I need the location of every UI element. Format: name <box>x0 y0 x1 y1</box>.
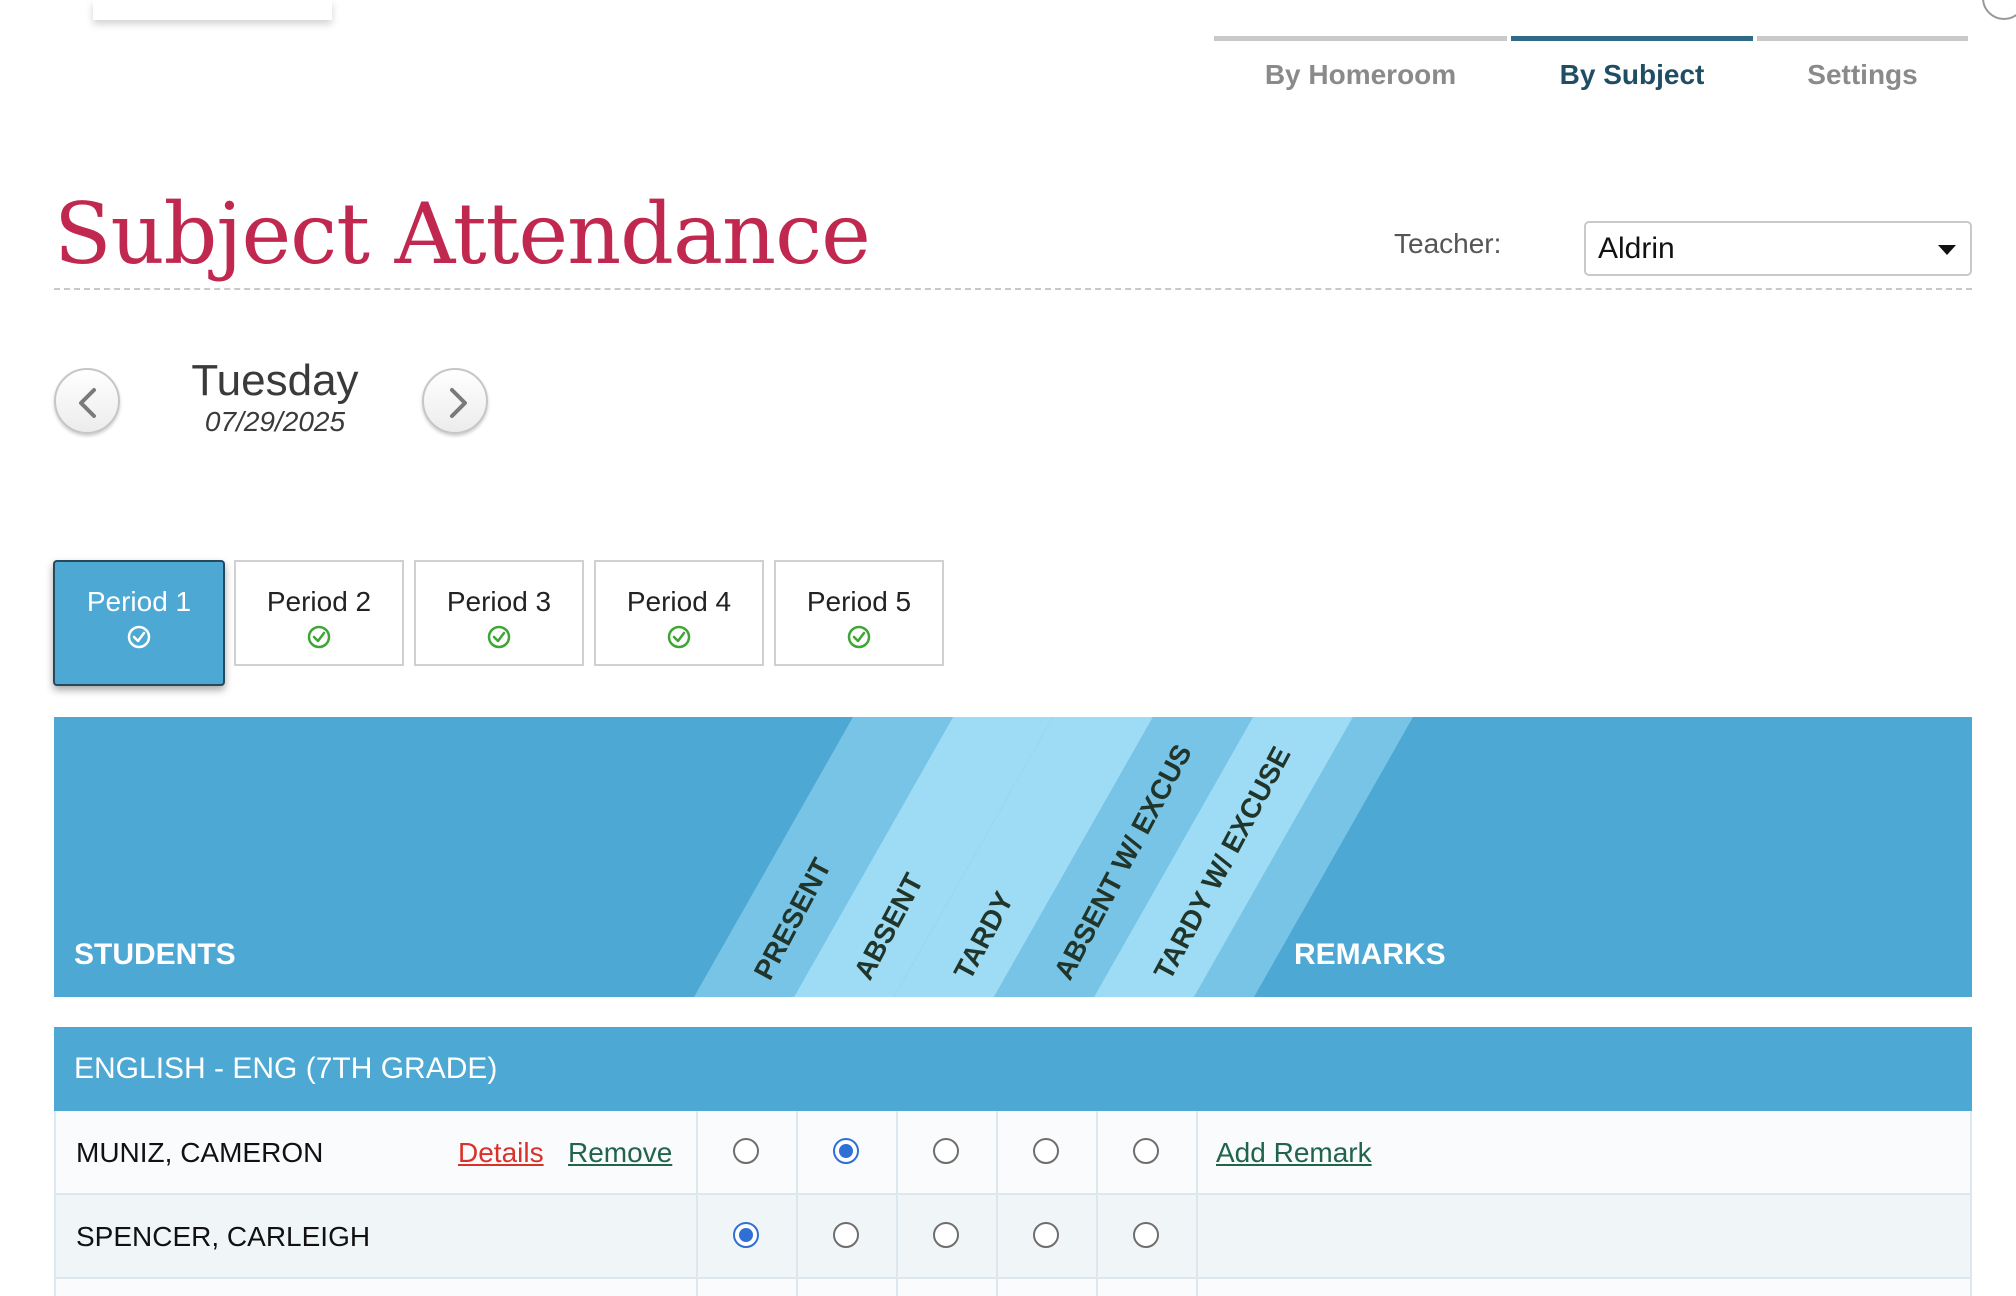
table-header: STUDENTS REMARKS PRESENT ABSENT TARDY AB… <box>54 717 1972 997</box>
period-label: Period 2 <box>266 586 372 617</box>
column-divider <box>896 1195 898 1277</box>
table-row: SPENCER, CARLEIGH <box>54 1195 1972 1279</box>
tab-by-subject[interactable]: By Subject <box>1511 36 1753 108</box>
period-tab-3[interactable]: Period 3 <box>414 560 584 666</box>
next-day-button[interactable] <box>422 368 488 434</box>
previous-day-button[interactable] <box>54 368 120 434</box>
date-day: Tuesday <box>191 356 359 405</box>
page-title: Subject Attendance <box>54 185 871 283</box>
student-name: MUNIZ, CAMERON <box>76 1137 324 1168</box>
period-label: Period 4 <box>626 586 732 617</box>
absent-excused-radio[interactable] <box>1033 1222 1059 1248</box>
group-row: ENGLISH - ENG (7TH GRADE) <box>54 1027 1972 1111</box>
corner-control[interactable] <box>1982 0 2016 20</box>
absent-excused-radio[interactable] <box>1033 1138 1059 1164</box>
date-date: 07/29/2025 <box>204 406 346 437</box>
caret-down-icon <box>1938 245 1956 255</box>
table-row <box>54 1279 1972 1296</box>
column-divider <box>696 1111 698 1193</box>
tardy-excused-radio[interactable] <box>1133 1222 1159 1248</box>
column-divider <box>796 1111 798 1193</box>
column-divider <box>796 1195 798 1277</box>
period-label: Period 5 <box>806 586 912 617</box>
teacher-select-value: Aldrin <box>1598 231 1675 265</box>
column-divider <box>1196 1195 1198 1277</box>
chevron-left-icon <box>79 388 96 418</box>
column-divider <box>896 1111 898 1193</box>
column-stripes <box>694 717 1413 997</box>
teacher-select[interactable]: Aldrin <box>1584 221 1972 276</box>
check-circle-icon <box>667 625 691 649</box>
check-circle-icon <box>847 625 871 649</box>
period-tab-1[interactable]: Period 1 <box>53 560 225 686</box>
tab-by-homeroom[interactable]: By Homeroom <box>1214 36 1507 108</box>
remove-link[interactable]: Remove <box>568 1137 672 1169</box>
tardy-excused-radio[interactable] <box>1133 1138 1159 1164</box>
students-header: STUDENTS <box>74 938 236 971</box>
present-radio[interactable] <box>733 1222 759 1248</box>
column-divider <box>1196 1279 1198 1296</box>
column-divider <box>996 1195 998 1277</box>
add-remark-link[interactable]: Add Remark <box>1216 1137 1372 1169</box>
column-divider <box>1196 1111 1198 1193</box>
present-radio[interactable] <box>733 1138 759 1164</box>
period-tab-5[interactable]: Period 5 <box>774 560 944 666</box>
title-divider <box>54 288 1972 290</box>
check-circle-icon <box>307 625 331 649</box>
period-tab-2[interactable]: Period 2 <box>234 560 404 666</box>
chevron-right-icon <box>450 388 467 418</box>
period-tab-4[interactable]: Period 4 <box>594 560 764 666</box>
tardy-radio[interactable] <box>933 1222 959 1248</box>
check-circle-icon <box>487 625 511 649</box>
remarks-header: REMARKS <box>1294 938 1446 971</box>
details-link[interactable]: Details <box>458 1137 544 1169</box>
period-label: Period 3 <box>446 586 552 617</box>
column-divider <box>696 1279 698 1296</box>
table-row: MUNIZ, CAMERON Details Remove Add Remark <box>54 1111 1972 1195</box>
tardy-radio[interactable] <box>933 1138 959 1164</box>
column-divider <box>796 1279 798 1296</box>
check-circle-icon <box>127 625 151 649</box>
column-divider <box>996 1111 998 1193</box>
absent-radio[interactable] <box>833 1222 859 1248</box>
column-divider <box>1096 1279 1098 1296</box>
column-divider <box>1096 1111 1098 1193</box>
column-divider <box>896 1279 898 1296</box>
absent-radio[interactable] <box>833 1138 859 1164</box>
column-divider <box>1096 1195 1098 1277</box>
top-card <box>93 0 332 20</box>
group-title: ENGLISH - ENG (7TH GRADE) <box>74 1052 498 1085</box>
student-name: SPENCER, CARLEIGH <box>76 1221 371 1252</box>
column-divider <box>996 1279 998 1296</box>
period-label: Period 1 <box>86 586 192 617</box>
tab-settings[interactable]: Settings <box>1757 36 1968 108</box>
teacher-label: Teacher: <box>1394 228 1502 259</box>
column-divider <box>696 1195 698 1277</box>
